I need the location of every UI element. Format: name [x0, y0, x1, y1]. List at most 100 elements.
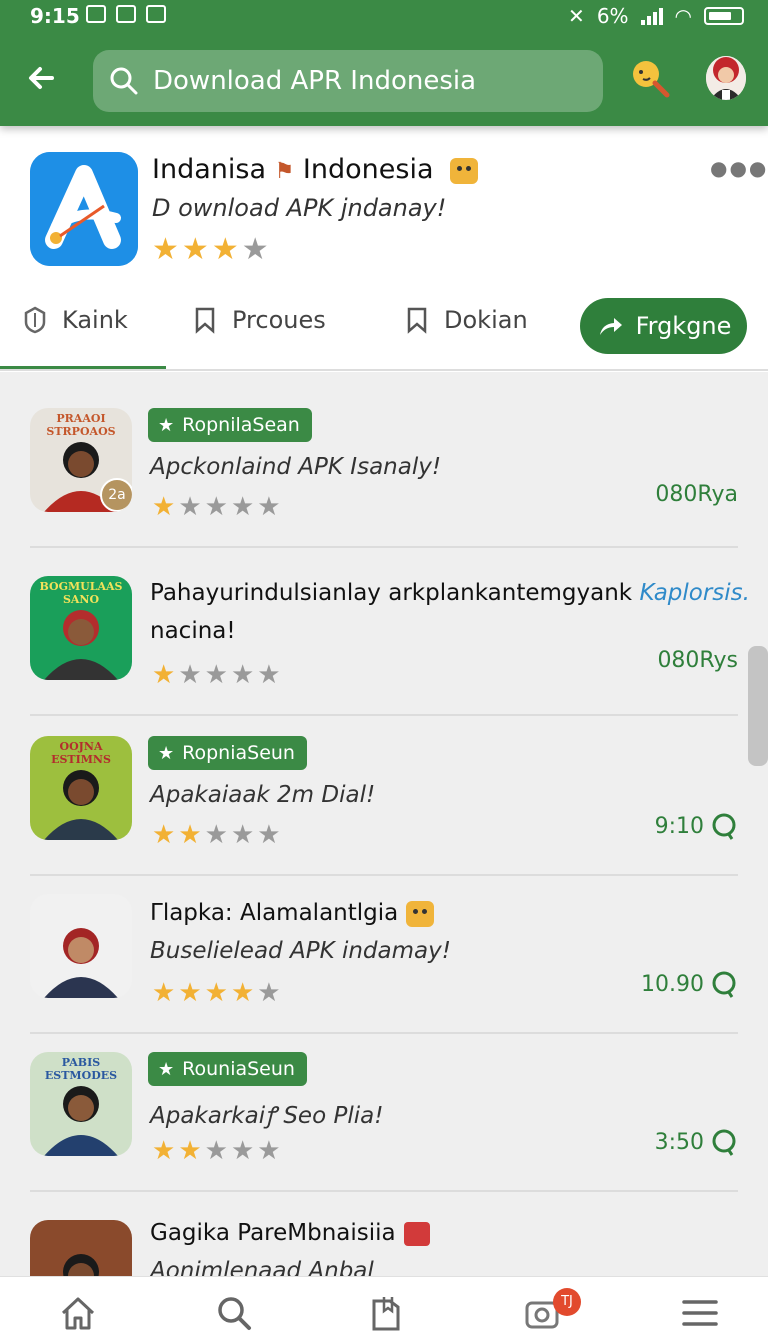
- star-filled-icon: ★: [152, 820, 179, 850]
- tab-dokian[interactable]: Dokian: [404, 306, 528, 334]
- menu-icon[interactable]: [680, 1293, 720, 1333]
- item-thumbnail[interactable]: PRAAOI STRPOAOS 2a: [30, 408, 132, 512]
- item-title: Pahayurindulsianlay arkplankantemgyank K…: [150, 580, 750, 606]
- flag-red-icon: [403, 1221, 430, 1246]
- item-thumbnail[interactable]: [30, 894, 132, 998]
- item-meta-text: 10.90: [641, 971, 704, 997]
- status-right: ✕ 6% ◠: [568, 4, 744, 28]
- item-description: Apakarkaiꝭ Seo Plia!: [150, 1103, 384, 1129]
- notification-icon: [86, 5, 106, 23]
- notification-badge: TJ: [553, 1288, 581, 1316]
- item-description: Buselielead APK indamay!: [150, 938, 451, 964]
- person-photo: [44, 928, 118, 998]
- star-empty-icon: ★: [230, 660, 258, 690]
- share-button[interactable]: Frgkgne: [580, 298, 747, 354]
- item-rating: ★★★★★: [152, 978, 284, 1008]
- scrollbar[interactable]: [748, 646, 768, 766]
- library-icon[interactable]: [366, 1293, 406, 1333]
- star-filled-icon: ★: [211, 232, 242, 267]
- star-empty-icon: ★: [257, 1136, 284, 1166]
- tag-label: RopnilaSean: [182, 414, 300, 436]
- app-title-suffix: Indonesia: [302, 154, 434, 185]
- search-icon: [110, 67, 138, 95]
- item-divider: [30, 714, 738, 716]
- item-thumbnail[interactable]: PABIS ESTMODES: [30, 1052, 132, 1156]
- star-empty-icon: ★: [257, 492, 284, 522]
- status-bar: 9:15 ✕ 6% ◠: [0, 0, 768, 32]
- search-icon[interactable]: [214, 1293, 254, 1333]
- thumbnail-banner: PRAAOI STRPOAOS: [46, 412, 116, 438]
- star-empty-icon: ★: [257, 820, 284, 850]
- item-meta: 9:10: [655, 812, 738, 840]
- more-options-button[interactable]: ●●●: [710, 156, 768, 180]
- share-arrow-icon: [599, 318, 622, 335]
- item-thumbnail[interactable]: OOJNA ESTIMNS: [30, 736, 132, 840]
- star-filled-icon: ★: [152, 660, 179, 690]
- item-thumbnail[interactable]: BOGMULAAS SANO: [30, 576, 132, 680]
- star-filled-icon: ★: [178, 978, 205, 1008]
- bookmark-icon: [195, 307, 215, 334]
- item-meta-text: 080Rys: [657, 648, 738, 673]
- star-empty-icon: ★: [230, 820, 258, 850]
- battery-text: 6%: [596, 4, 629, 28]
- app-icon[interactable]: [30, 152, 138, 266]
- category-tag[interactable]: ★ RouniaSeun: [148, 1052, 307, 1086]
- item-meta: 3:50: [655, 1128, 738, 1156]
- star-filled-icon: ★: [230, 978, 258, 1008]
- star-filled-icon: ★: [152, 492, 179, 522]
- app-title-text: Indanisa: [152, 154, 266, 185]
- item-title-text: Pahayurindulsianlay arkplankantemgyank: [150, 580, 633, 606]
- notification-icon: [146, 5, 166, 23]
- notification-icons: [86, 5, 166, 23]
- flag-icon: ⚑: [274, 159, 295, 184]
- tab-prcoues[interactable]: Prcoues: [192, 306, 326, 334]
- thumbnail-banner: PABIS ESTMODES: [44, 1056, 118, 1082]
- item-meta-text: 080Rya: [655, 482, 738, 507]
- top-app-bar: 9:15 ✕ 6% ◠ Download APR Indonesia: [0, 0, 768, 126]
- profile-avatar[interactable]: [706, 56, 746, 100]
- item-description: Apakaiaak 2m Dial!: [150, 782, 376, 808]
- item-meta-text: 3:50: [654, 1129, 704, 1155]
- share-button-label: Frgkgne: [635, 312, 732, 340]
- signal-icon: [640, 7, 663, 25]
- star-empty-icon: ★: [241, 232, 272, 267]
- category-tag[interactable]: ★ RopniaSeun: [148, 736, 307, 770]
- app-rating: ★★★★: [152, 232, 272, 267]
- back-button[interactable]: [22, 58, 62, 98]
- mute-icon: ✕: [568, 4, 585, 28]
- tab-label: Kaink: [62, 306, 128, 334]
- star-empty-icon: ★: [204, 660, 231, 690]
- item-divider: [30, 874, 738, 876]
- item-title-link[interactable]: Kaplorsis.: [639, 580, 750, 606]
- search-input[interactable]: Download APR Indonesia: [93, 50, 603, 112]
- list-item[interactable]: Γlapka: Alamalantlgia Buselielead APK ind…: [0, 878, 768, 1036]
- item-meta: 080Rys: [657, 648, 738, 673]
- star-empty-icon: ★: [178, 660, 205, 690]
- item-divider: [30, 1190, 738, 1192]
- star-empty-icon: ★: [204, 492, 231, 522]
- battery-icon: [704, 7, 744, 25]
- item-divider: [30, 1032, 738, 1034]
- list-item[interactable]: PRAAOI STRPOAOS 2a ★ RopnilaSean Apckonlaind…: [0, 392, 768, 550]
- list-item[interactable]: BOGMULAAS SANO Pahayurindulsianlay arkpla…: [0, 560, 768, 718]
- category-tag[interactable]: ★ RopnilaSean: [148, 408, 312, 442]
- app-title: Indanisa ⚑ Indonesia: [152, 154, 479, 185]
- smile-emoji-icon: [450, 157, 479, 184]
- avatar-image: [706, 56, 746, 100]
- emoji-search-icon[interactable]: [630, 58, 672, 100]
- star-filled-icon: ★: [152, 232, 182, 267]
- bottom-navigation: [0, 1276, 768, 1344]
- item-divider: [30, 546, 738, 548]
- tab-kaink[interactable]: Kaink: [22, 306, 128, 334]
- thumbnail-banner: OOJNA ESTIMNS: [51, 740, 111, 766]
- star-empty-icon: ★: [204, 820, 231, 850]
- app-logo-icon: [30, 152, 138, 266]
- list-item[interactable]: PABIS ESTMODES ★ RouniaSeun Apakarkaiꝭ Seo …: [0, 1036, 768, 1194]
- item-title: Γlapka: Alamalantlgia: [150, 900, 435, 927]
- shield-icon: [24, 306, 46, 334]
- star-empty-icon: ★: [204, 1136, 231, 1166]
- home-icon[interactable]: [58, 1293, 98, 1333]
- item-title: Gagika PareMbnaisiia: [150, 1220, 430, 1246]
- list-item[interactable]: OOJNA ESTIMNS ★ RopniaSeun Apakaiaak 2m Dia…: [0, 720, 768, 878]
- item-rating: ★★★★★: [152, 492, 284, 522]
